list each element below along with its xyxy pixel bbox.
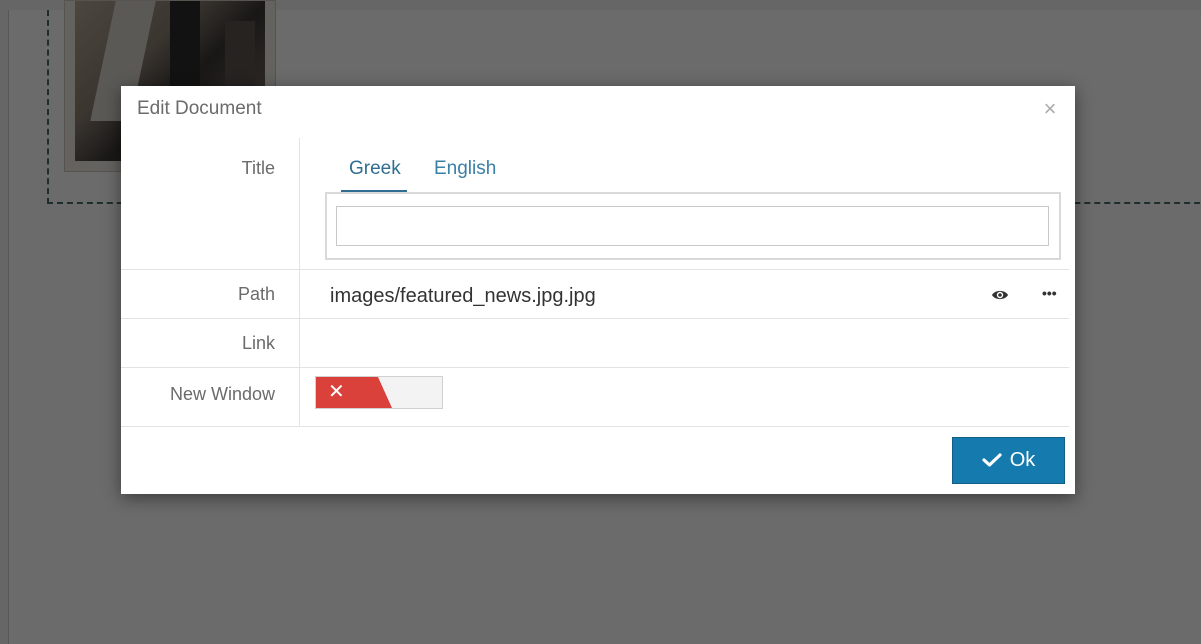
edit-document-dialog: Edit Document × Title Greek English Path… (121, 86, 1075, 494)
label-cell: New Window (121, 368, 300, 426)
link-row: Link (121, 319, 1069, 368)
dialog-header: Edit Document × (121, 86, 1075, 132)
path-row: Path images/featured_news.jpg.jpg ••• (121, 270, 1069, 319)
dialog-title: Edit Document (137, 98, 262, 119)
label-cell: Link (121, 319, 300, 367)
new-window-row: New Window ✕ (121, 368, 1069, 427)
close-x-icon: ✕ (328, 381, 345, 403)
title-input[interactable] (336, 206, 1049, 246)
path-label: Path (237, 284, 275, 304)
new-window-toggle[interactable]: ✕ (315, 376, 443, 409)
ok-label: Ok (1009, 449, 1036, 471)
eye-icon-graphic (992, 290, 1008, 300)
path-value: images/featured_news.jpg.jpg (330, 285, 596, 307)
label-cell: Path (121, 270, 300, 318)
tab-english[interactable]: English (432, 158, 498, 192)
close-icon[interactable]: × (1039, 98, 1061, 120)
document-form: Title Greek English Path images/featured… (121, 138, 1069, 427)
tab-panel (325, 192, 1061, 260)
eye-icon[interactable] (991, 288, 1009, 302)
label-cell: Title (121, 138, 300, 269)
link-label: Link (241, 333, 275, 353)
tab-greek[interactable]: Greek (341, 158, 407, 192)
more-icon[interactable]: ••• (1042, 286, 1062, 300)
ok-button[interactable]: Ok (952, 437, 1065, 484)
new-window-label: New Window (169, 384, 275, 404)
title-row: Title Greek English (121, 138, 1069, 270)
title-label: Title (241, 158, 275, 178)
checkmark-icon (982, 453, 1002, 467)
